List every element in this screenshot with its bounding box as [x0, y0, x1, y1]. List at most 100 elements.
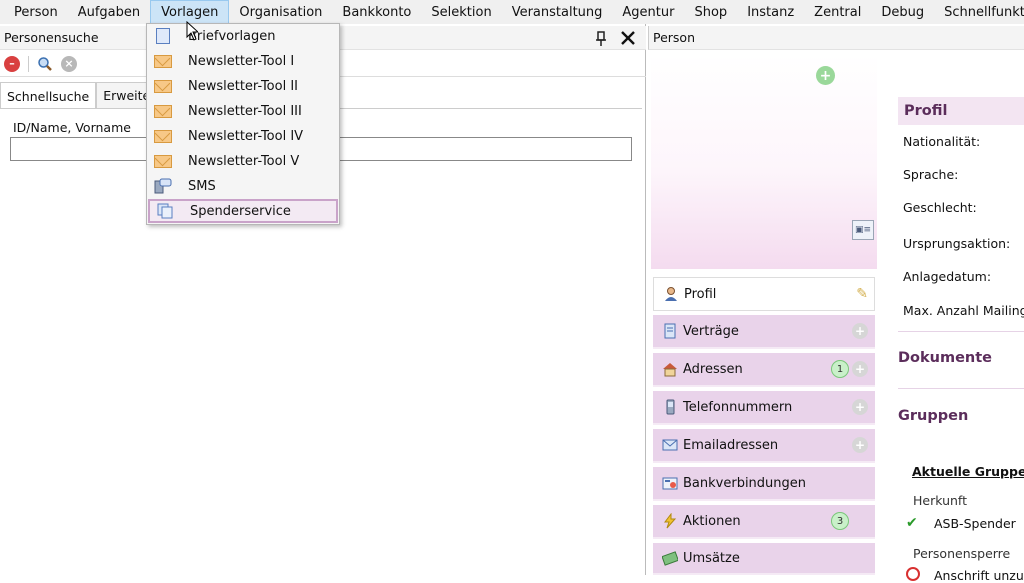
menu-item-briefvorlagen[interactable]: Briefvorlagen [148, 24, 338, 48]
menu-item-newsletter-5[interactable]: Newsletter-Tool V [148, 149, 338, 173]
menu-selektion[interactable]: Selektion [421, 0, 501, 24]
sms-icon [154, 178, 172, 194]
field-sprache: Sprache: [903, 167, 959, 182]
menu-item-label: Newsletter-Tool III [188, 103, 302, 119]
groups-heading: Gruppen [898, 408, 969, 424]
nav-profil[interactable]: Profil ✎ [653, 277, 875, 311]
menu-item-label: Spenderservice [190, 203, 291, 219]
menu-item-spenderservice[interactable]: Spenderservice [148, 199, 338, 223]
envelope-icon [154, 103, 172, 119]
pane-title: Person [648, 26, 1024, 50]
forbidden-icon [906, 567, 920, 581]
menu-aufgaben[interactable]: Aufgaben [68, 0, 150, 24]
lightning-icon [661, 513, 678, 530]
menu-organisation[interactable]: Organisation [229, 0, 332, 24]
menu-item-label: SMS [188, 178, 216, 194]
field-nationalitaet: Nationalität: [903, 134, 981, 149]
pencil-icon[interactable]: ✎ [856, 286, 868, 302]
menu-item-newsletter-4[interactable]: Newsletter-Tool IV [148, 124, 338, 148]
nav-aktionen[interactable]: Aktionen 3 [653, 505, 875, 539]
lock-value: Anschrift unzul [934, 568, 1024, 583]
search-tabs: Schnellsuche Erweiter [0, 82, 163, 109]
nav-label: Emailadressen [683, 437, 779, 453]
house-icon [661, 361, 678, 378]
menu-shop[interactable]: Shop [684, 0, 737, 24]
add-icon[interactable]: + [852, 323, 868, 339]
profile-heading: Profil [898, 97, 1024, 125]
nav-telefonnummern[interactable]: Telefonnummern + [653, 391, 875, 425]
menu-debug[interactable]: Debug [871, 0, 934, 24]
menu-item-label: Newsletter-Tool I [188, 53, 295, 69]
menu-item-label: Newsletter-Tool II [188, 78, 298, 94]
section-divider [898, 331, 1024, 332]
copy-icon [156, 203, 174, 219]
menu-schnellfunktionen[interactable]: Schnellfunktionen [934, 0, 1024, 24]
nav-label: Verträge [683, 323, 739, 339]
origin-value: ASB-Spender [934, 516, 1016, 531]
nav-label: Adressen [683, 361, 743, 377]
menu-item-label: Newsletter-Tool V [188, 153, 300, 169]
nav-label: Bankverbindungen [683, 475, 807, 491]
count-badge: 1 [831, 360, 849, 378]
nav-label: Telefonnummern [683, 399, 793, 415]
menu-bar: Person Aufgaben Vorlagen Organisation Ba… [0, 0, 1024, 24]
envelope-icon [154, 128, 172, 144]
menu-instanz[interactable]: Instanz [737, 0, 804, 24]
contract-icon [661, 323, 678, 340]
mouse-cursor-icon [186, 21, 198, 41]
envelope-icon [154, 53, 172, 69]
menu-item-newsletter-3[interactable]: Newsletter-Tool III [148, 99, 338, 123]
add-photo-icon[interactable]: + [816, 66, 835, 85]
envelope-icon [154, 153, 172, 169]
tab-schnellsuche[interactable]: Schnellsuche [0, 82, 97, 109]
nav-label: Profil [684, 286, 717, 302]
add-icon[interactable]: + [852, 361, 868, 377]
field-ursprungsaktion: Ursprungsaktion: [903, 236, 1011, 251]
close-icon[interactable] [620, 30, 636, 49]
nav-adressen[interactable]: Adressen 1 + [653, 353, 875, 387]
add-icon[interactable]: + [852, 437, 868, 453]
menu-item-label: Newsletter-Tool IV [188, 128, 304, 144]
checkmark-icon: ✔ [906, 515, 918, 531]
bank-icon [661, 475, 678, 492]
nav-label: Aktionen [683, 513, 741, 529]
menu-bankkonto[interactable]: Bankkonto [332, 0, 421, 24]
lock-label: Personensperre [913, 546, 1011, 561]
menu-person[interactable]: Person [4, 0, 68, 24]
menu-item-sms[interactable]: SMS [148, 174, 338, 198]
count-badge: 3 [831, 512, 849, 530]
menu-item-newsletter-1[interactable]: Newsletter-Tool I [148, 49, 338, 73]
add-icon[interactable]: + [852, 399, 868, 415]
clear-icon[interactable]: × [61, 55, 77, 72]
person-photo-area [651, 54, 877, 269]
toolbar-divider [28, 55, 29, 72]
current-groups-label: Aktuelle Gruppen [912, 464, 1024, 479]
menu-veranstaltung[interactable]: Veranstaltung [502, 0, 613, 24]
mail-icon [661, 437, 678, 454]
document-icon [154, 28, 172, 44]
contact-card-icon[interactable]: ▣≡ [852, 220, 874, 240]
phone-icon [661, 399, 678, 416]
menu-zentral[interactable]: Zentral [804, 0, 871, 24]
stop-icon[interactable]: – [4, 55, 20, 72]
origin-label: Herkunft [913, 493, 968, 508]
nav-vertraege[interactable]: Verträge + [653, 315, 875, 349]
envelope-icon [154, 78, 172, 94]
nav-bankverbindungen[interactable]: Bankverbindungen [653, 467, 875, 501]
nav-umsaetze[interactable]: Umsätze [653, 543, 875, 575]
field-geschlecht: Geschlecht: [903, 200, 977, 215]
person-icon [662, 286, 679, 303]
menu-agentur[interactable]: Agentur [612, 0, 684, 24]
field-max-mailing: Max. Anzahl Mailing [903, 303, 1024, 318]
search-icon[interactable] [37, 56, 53, 72]
menu-item-newsletter-2[interactable]: Newsletter-Tool II [148, 74, 338, 98]
field-anlagedatum: Anlagedatum: [903, 269, 992, 284]
id-name-label: ID/Name, Vorname [13, 120, 131, 135]
money-icon [661, 550, 678, 567]
pin-icon[interactable] [594, 31, 608, 50]
vorlagen-dropdown: Briefvorlagen Newsletter-Tool I Newslett… [146, 23, 340, 225]
nav-emailadressen[interactable]: Emailadressen + [653, 429, 875, 463]
menu-item-label: Briefvorlagen [188, 28, 276, 44]
section-divider [898, 388, 1024, 389]
nav-label: Umsätze [683, 550, 740, 566]
